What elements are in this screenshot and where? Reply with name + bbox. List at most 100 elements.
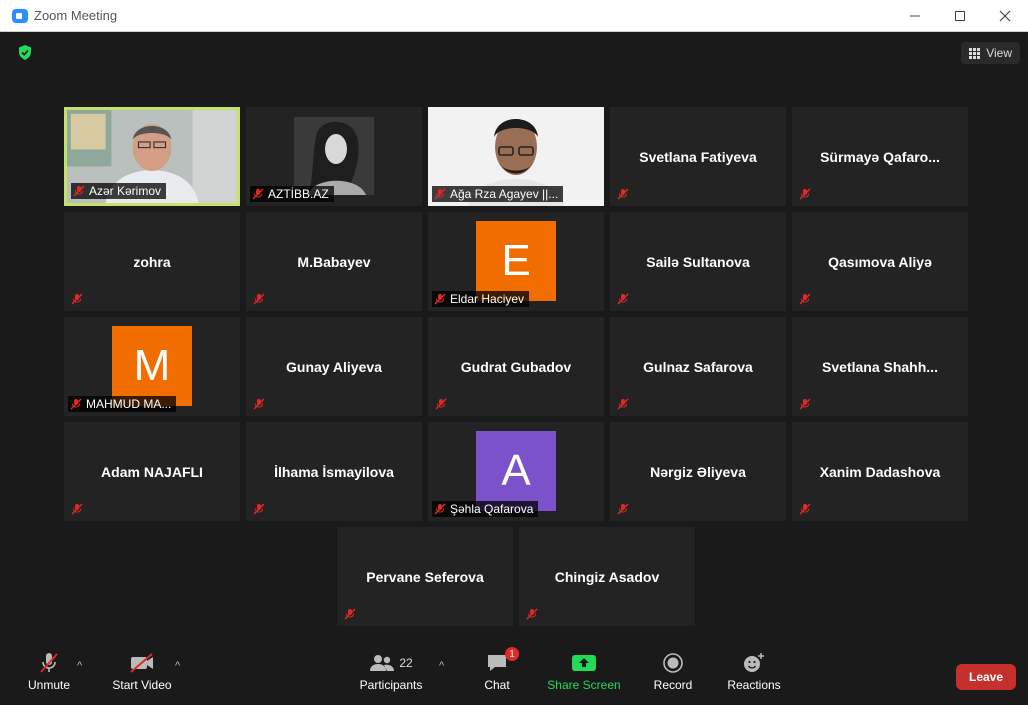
participant-name: AZTİBB.AZ (268, 187, 329, 201)
start-video-button[interactable]: Start Video (110, 648, 174, 692)
participant-tile[interactable]: Sürmayə Qafaro... (792, 107, 968, 206)
encryption-shield-icon[interactable] (18, 45, 32, 60)
participant-tile[interactable]: Qasımova Aliyə (792, 212, 968, 311)
muted-mic-icon (799, 503, 811, 515)
audio-options-caret[interactable]: ^ (77, 660, 82, 672)
participant-mute-indicator (250, 501, 268, 517)
grid-icon (969, 47, 981, 59)
participant-name: Sürmayə Qafaro... (820, 148, 940, 165)
leave-meeting-button[interactable]: Leave (956, 664, 1016, 690)
muted-mic-icon (435, 398, 447, 410)
participant-mute-indicator (250, 291, 268, 307)
chat-unread-badge: 1 (505, 647, 519, 661)
participant-tile[interactable]: Gunay Aliyeva (246, 317, 422, 416)
participant-tile[interactable]: Svetlana Shahh... (792, 317, 968, 416)
participant-tile[interactable]: Chingiz Asadov (519, 527, 695, 626)
muted-microphone-icon (40, 653, 58, 673)
participant-tile[interactable]: Gudrat Gubadov (428, 317, 604, 416)
participant-name: Pervane Seferova (366, 568, 484, 585)
participant-tile[interactable]: M MAHMUD MA... (64, 317, 240, 416)
participant-name: zohra (133, 253, 171, 270)
participant-tile[interactable]: Azər Kərimov (64, 107, 240, 206)
participant-tile[interactable]: Pervane Seferova (337, 527, 513, 626)
participant-name: Gulnaz Safarova (643, 358, 753, 375)
reactions-label: Reactions (727, 678, 781, 692)
record-icon (663, 653, 683, 673)
participant-tile[interactable]: M.Babayev (246, 212, 422, 311)
maximize-button[interactable] (940, 4, 980, 28)
participant-name-label: MAHMUD MA... (68, 396, 177, 412)
participant-name: Gunay Aliyeva (286, 358, 382, 375)
participant-avatar: E (476, 221, 556, 301)
participant-mute-indicator (796, 396, 814, 412)
participant-tile[interactable]: Gulnaz Safarova (610, 317, 786, 416)
participant-name-label: AZTİBB.AZ (250, 186, 334, 202)
maximize-icon (955, 11, 965, 21)
close-button[interactable] (985, 4, 1025, 28)
participant-name-label: Azər Kərimov (71, 183, 167, 199)
participant-tile[interactable]: A Şəhla Qafarova (428, 422, 604, 521)
minimize-button[interactable] (895, 4, 935, 28)
participant-name-label: Ağa Rza Agayev ||... (432, 186, 564, 202)
video-off-icon (130, 653, 153, 673)
participant-tile[interactable]: Sailə Sultanova (610, 212, 786, 311)
muted-mic-icon (617, 188, 629, 200)
participant-name: Svetlana Shahh... (822, 358, 938, 375)
participant-mute-indicator (796, 186, 814, 202)
participant-tile[interactable]: Ağa Rza Agayev ||... (428, 107, 604, 206)
participant-tile[interactable]: Adam NAJAFLI (64, 422, 240, 521)
participant-name: Nərgiz Əliyeva (650, 463, 746, 480)
participant-avatar: M (112, 326, 192, 406)
participant-name: Sailə Sultanova (646, 253, 750, 270)
video-options-caret[interactable]: ^ (175, 660, 180, 672)
participant-tile[interactable]: AZTİBB.AZ (246, 107, 422, 206)
muted-mic-icon (253, 503, 265, 515)
participant-tile[interactable]: zohra (64, 212, 240, 311)
participants-icon (370, 655, 395, 671)
participant-name: Gudrat Gubadov (460, 358, 572, 375)
muted-mic-icon (71, 293, 83, 305)
participants-options-caret[interactable]: ^ (439, 660, 444, 672)
participant-mute-indicator (796, 501, 814, 517)
participant-mute-indicator (250, 396, 268, 412)
participant-mute-indicator (614, 291, 632, 307)
participant-name: MAHMUD MA... (86, 397, 172, 411)
participant-mute-indicator (432, 396, 450, 412)
muted-mic-icon (799, 398, 811, 410)
muted-mic-icon (526, 608, 538, 620)
muted-mic-icon (253, 398, 265, 410)
record-button[interactable]: Record (650, 648, 696, 692)
chat-button[interactable]: 1 Chat (479, 647, 519, 692)
share-screen-button[interactable]: Share Screen (546, 648, 622, 692)
minimize-icon (910, 15, 920, 17)
muted-mic-icon (71, 503, 83, 515)
muted-mic-icon (434, 188, 446, 200)
participant-name-label: Eldar Haciyev (432, 291, 530, 307)
participant-tile[interactable]: Xanim Dadashova (792, 422, 968, 521)
title-bar: Zoom Meeting (0, 0, 1028, 32)
participant-count: 22 (399, 656, 413, 670)
participant-tile[interactable]: İlhama İsmayilova (246, 422, 422, 521)
muted-mic-icon (252, 188, 264, 200)
zoom-app-icon (12, 9, 28, 23)
participant-mute-indicator (614, 186, 632, 202)
muted-mic-icon (434, 293, 446, 305)
participants-button[interactable]: 22 Participants (358, 648, 424, 692)
participant-name: Azər Kərimov (89, 184, 162, 198)
close-icon (999, 10, 1011, 22)
participant-tile[interactable]: Nərgiz Əliyeva (610, 422, 786, 521)
muted-mic-icon (344, 608, 356, 620)
start-video-label: Start Video (112, 678, 172, 692)
view-button[interactable]: View (961, 42, 1020, 64)
participant-tile[interactable]: Svetlana Fatiyeva (610, 107, 786, 206)
reactions-button[interactable]: Reactions (724, 648, 784, 692)
unmute-button[interactable]: Unmute (24, 648, 74, 692)
muted-mic-icon (73, 185, 85, 197)
muted-mic-icon (799, 293, 811, 305)
chat-label: Chat (484, 678, 510, 692)
participant-name: Şəhla Qafarova (450, 502, 534, 516)
participant-name-label: Şəhla Qafarova (432, 501, 539, 517)
participant-name: Chingiz Asadov (554, 568, 660, 585)
participant-tile[interactable]: E Eldar Haciyev (428, 212, 604, 311)
participant-mute-indicator (68, 291, 86, 307)
